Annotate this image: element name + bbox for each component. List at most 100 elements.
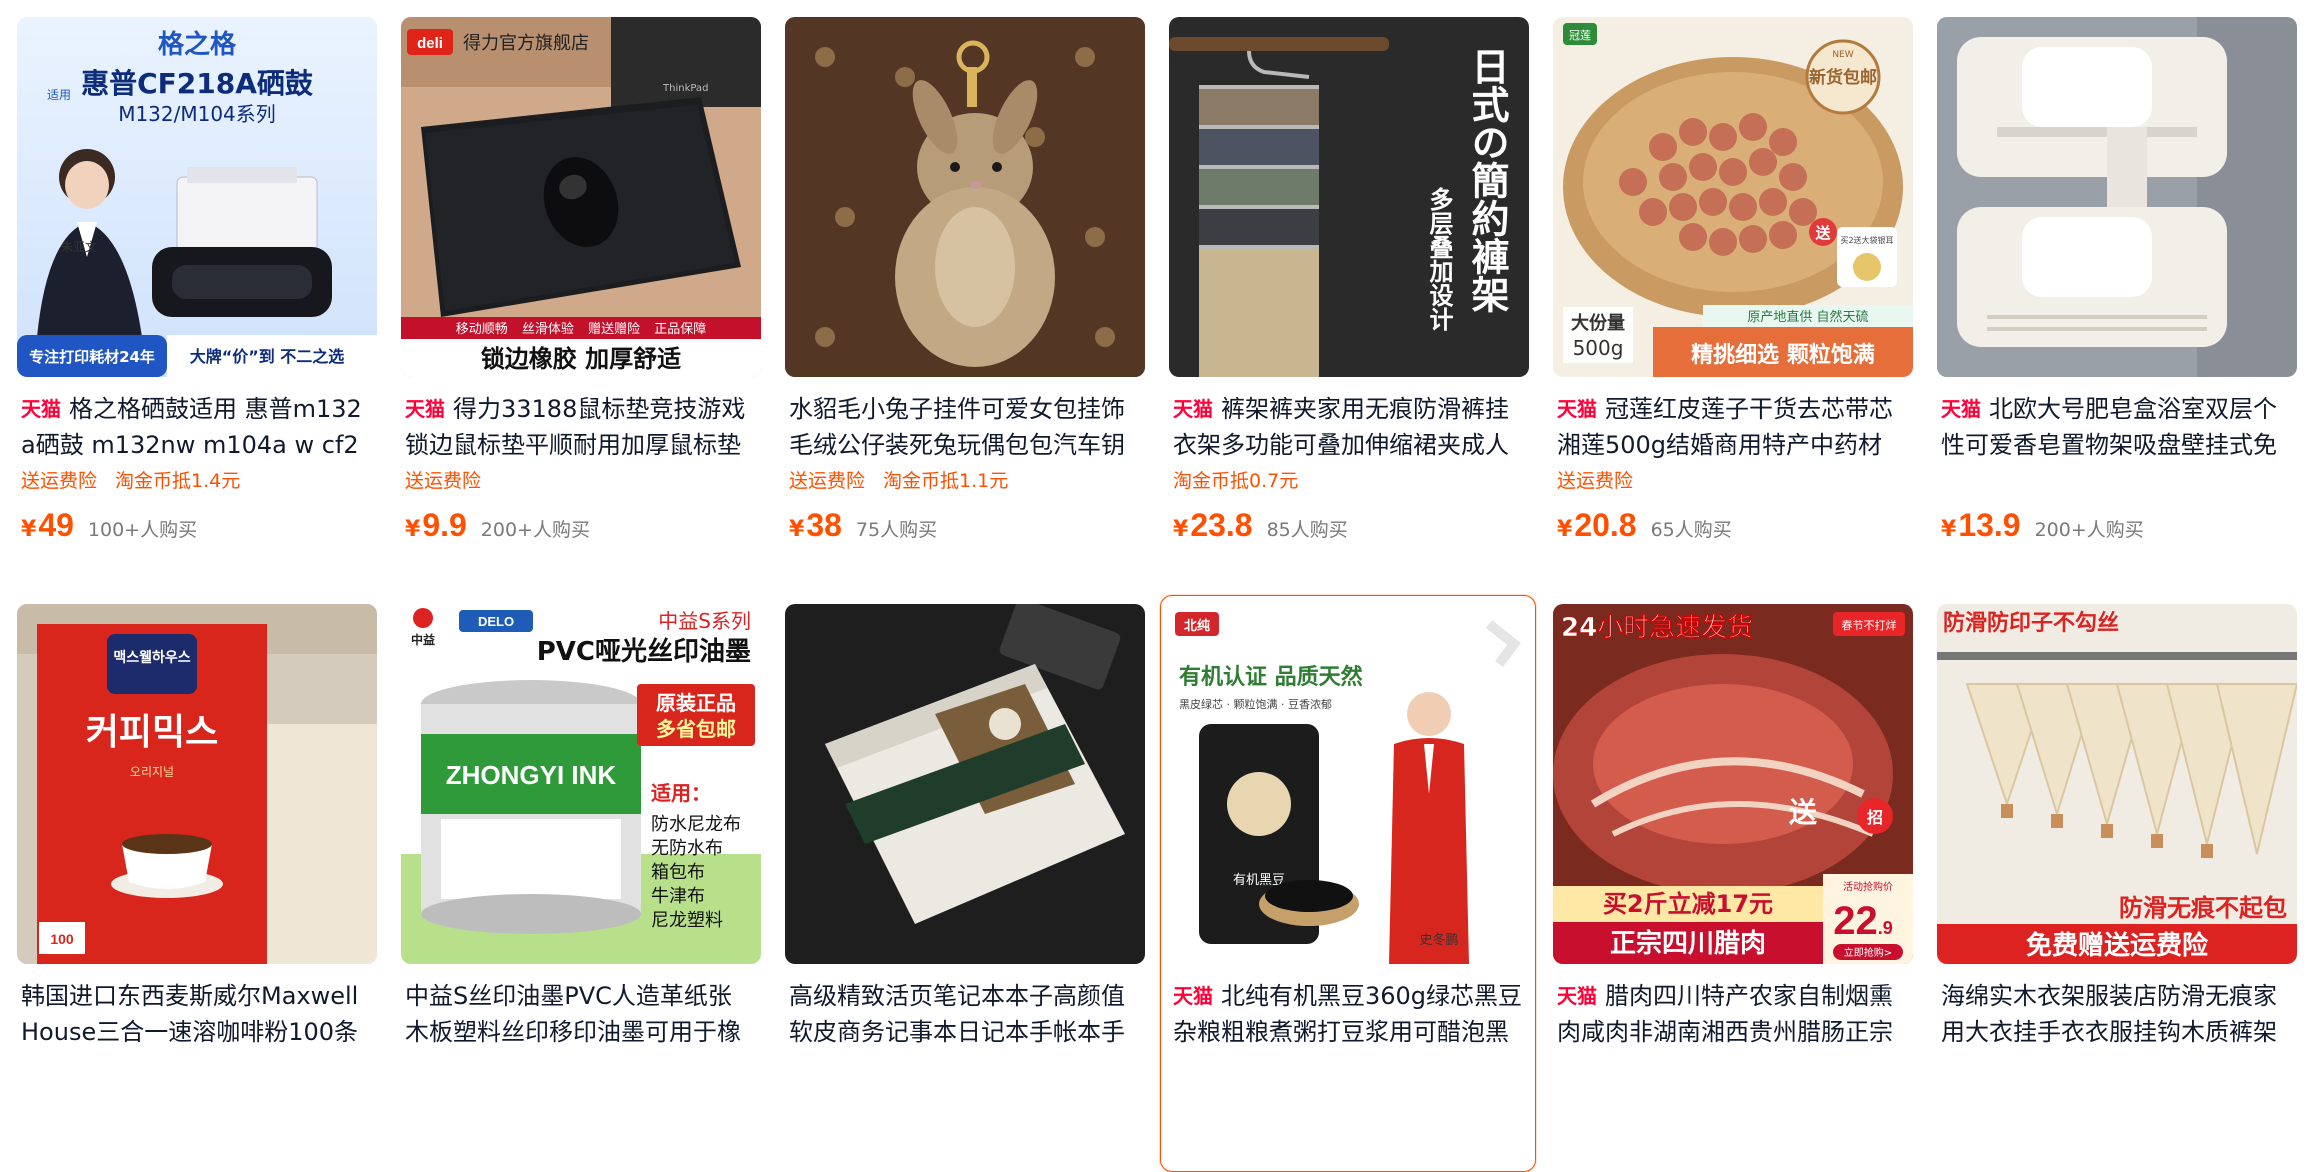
tmall-badge: 天猫 [405, 397, 445, 421]
gift-icon: 送 [1814, 224, 1831, 242]
tmall-badge: 天猫 [1941, 397, 1981, 421]
sales-count: 200+人购买 [480, 519, 590, 541]
price-row: ¥49 100+人购买 [17, 507, 375, 544]
promo-tag: 淘金币抵0.7元 [1173, 470, 1299, 492]
product-card[interactable]: 水貂毛小兔子挂件可爱女包挂饰毛绒公仔装死兔玩偶包包汽车钥匙扣 送运费险淘金币抵1… [776, 8, 1152, 585]
promo-tags: 送运费险 淘金币抵1.4元 [17, 463, 375, 499]
product-image[interactable]: 맥스웰하우스 커피믹스 오리지널 100 [17, 604, 377, 964]
promo-tags: 送运费险 [1553, 463, 1911, 499]
product-title-text: 韩国进口东西麦斯威尔Maxwell House三合一速溶咖啡粉100条 [21, 982, 359, 1046]
badge-right: 大牌“价”到 不二之选 [190, 347, 345, 366]
price: 49 [38, 507, 74, 543]
product-image[interactable] [785, 17, 1145, 377]
price: 13.9 [1958, 507, 2021, 543]
promo-tags: 送运费险 淘金币抵1.1元 [785, 463, 1143, 499]
promo-tags: 淘金币抵0.7元 [1169, 463, 1527, 499]
sales-count: 65人购买 [1650, 519, 1732, 541]
badge-line: 原装正品 [656, 691, 736, 715]
currency-symbol: ¥ [1173, 517, 1189, 542]
product-title[interactable]: 天猫格之格硒鼓适用 惠普m132a硒鼓 m132nw m104a w cf218… [17, 391, 375, 463]
use-item: 防水尼龙布 [651, 814, 741, 835]
product-title[interactable]: 天猫 冠莲红皮莲子干货去芯带芯湘莲500g结婚商用特产中药材 [1553, 391, 1911, 463]
product-card[interactable]: 中益 DELO 中益S系列 PVC哑光丝印油墨 ZHONGYI INK 原装正品… [392, 595, 768, 1172]
weight-value: 500g [1573, 336, 1624, 360]
product-image[interactable]: ThinkPad deli 得力官方旗舰店 移动顺畅 丝滑体验 赠送赠险 正品保… [401, 17, 761, 377]
product-title[interactable]: 天猫北欧大号肥皂盒浴室双层个性可爱香皂置物架吸盘壁挂式免打孔 [1937, 391, 2295, 463]
product-image[interactable] [785, 604, 1145, 964]
product-title[interactable]: 韩国进口东西麦斯威尔Maxwell House三合一速溶咖啡粉100条 [17, 978, 375, 1050]
gift-text: 送 [1789, 796, 1817, 829]
festival-badge: 春节不打烊 [1842, 618, 1897, 632]
product-image-fur-bunny [785, 17, 1145, 377]
use-item: 牛津布 [651, 886, 705, 907]
product-title-text: 格之格硒鼓适用 惠普m132a硒鼓 m132nw m104a w cf218a … [21, 395, 362, 459]
product-image[interactable]: 防滑防印子不勾丝 防滑无痕不起包 免费赠送运费险 [1937, 604, 2297, 964]
zhao-badge: 招 [1867, 808, 1883, 827]
product-card[interactable]: 格之格 适用 惠普CF218A硒鼓 M132/M104系列 朱亚文 专注打印耗材… [8, 8, 384, 585]
price: 38 [806, 507, 842, 543]
product-image[interactable]: 日式の簡約褲架 多层叠加设计 [1169, 17, 1529, 377]
product-title-text: 高级精致活页笔记本本子高颜值软皮商务记事本日记本手帐本手账 [789, 982, 1125, 1046]
use-item: 无防水布 [651, 838, 723, 859]
product-grid: 格之格 适用 惠普CF218A硒鼓 M132/M104系列 朱亚文 专注打印耗材… [8, 8, 2304, 1172]
product-title[interactable]: 中益S丝印油墨PVC人造革纸张木板塑料丝印移印油墨可用于橡胶 [401, 978, 759, 1050]
product-image-cured-meat: 24小时急速发货 春节不打烊 送 招 买2斤立减17元 正宗四川腊肉 活动抢购价… [1553, 604, 1913, 964]
top-banner: 24小时急速发货 [1561, 612, 1753, 643]
brand-logo: 冠莲 [1569, 29, 1591, 42]
product-title[interactable]: 海绵实木衣架服装店防滑无痕家用大衣挂手衣衣服挂钩木质裤架 [1937, 978, 2295, 1050]
price-row: ¥9.9 200+人购买 [401, 507, 759, 544]
promo-text: 买2斤立减17元 [1603, 890, 1773, 918]
brand-text: 格之格 [158, 29, 237, 60]
sales-count: 100+人购买 [87, 519, 198, 541]
top-left-line: 防滑防印子不勾丝 [1943, 610, 2119, 636]
headline: PVC哑光丝印油墨 [537, 637, 751, 667]
product-title[interactable]: 水貂毛小兔子挂件可爱女包挂饰毛绒公仔装死兔玩偶包包汽车钥匙扣 [785, 391, 1143, 463]
product-title-text: 腊肉四川特产农家自制烟熏肉咸肉非湖南湘西贵州腊肠正宗 [1557, 982, 1893, 1046]
use-title: 适用： [651, 781, 711, 805]
price-row: ¥23.8 85人购买 [1169, 507, 1527, 544]
product-card[interactable]: 맥스웰하우스 커피믹스 오리지널 100 韩国进口东西麦斯威尔Maxwell H… [8, 595, 384, 1172]
vertical-subtitle: 多层叠加设计 [1425, 187, 1453, 331]
product-title[interactable]: 天猫 腊肉四川特产农家自制烟熏肉咸肉非湖南湘西贵州腊肠正宗 [1553, 978, 1911, 1050]
product-title[interactable]: 高级精致活页笔记本本子高颜值软皮商务记事本日记本手帐本手账 [785, 978, 1143, 1050]
slogan: 锁边橡胶 加厚舒适 [481, 345, 681, 373]
new-badge: 新货包邮 [1809, 67, 1877, 88]
product-image-black-beans: 北纯 有机认证 品质天然 黑皮绿芯 · 颗粒饱满 · 豆香浓郁 有机黑豆 史冬鹏 [1169, 604, 1529, 964]
product-card[interactable]: 北纯 有机认证 品质天然 黑皮绿芯 · 颗粒饱满 · 豆香浓郁 有机黑豆 史冬鹏… [1160, 595, 1536, 1172]
product-image[interactable]: 北纯 有机认证 品质天然 黑皮绿芯 · 颗粒饱满 · 豆香浓郁 有机黑豆 史冬鹏 [1169, 604, 1529, 964]
product-card[interactable]: 天猫北欧大号肥皂盒浴室双层个性可爱香皂置物架吸盘壁挂式免打孔 ¥13.9 200+… [1928, 8, 2304, 585]
promo-tags: 送运费险 [401, 463, 759, 499]
use-item: 尼龙塑料 [651, 910, 723, 931]
product-card[interactable]: 防滑防印子不勾丝 防滑无痕不起包 免费赠送运费险 海绵实木衣架服装店防滑无痕家用… [1928, 595, 2304, 1172]
product-image-ink-can: 中益 DELO 中益S系列 PVC哑光丝印油墨 ZHONGYI INK 原装正品… [401, 604, 761, 964]
product-image-soap-dish [1937, 17, 2297, 377]
product-card[interactable]: 冠莲 NEW 新货包邮 送 买2送大袋银耳 大份量 500g 原产地直供 自然天… [1544, 8, 1920, 585]
product-title[interactable]: 天猫 裤架裤夹家用无痕防滑裤挂衣架多功能可叠加伸缩裙夹成人 [1169, 391, 1527, 463]
product-card[interactable]: 日式の簡約褲架 多层叠加设计 天猫 裤架裤夹家用无痕防滑裤挂衣架多功能可叠加伸缩裙… [1160, 8, 1536, 585]
product-image-printer-toner: 格之格 适用 惠普CF218A硒鼓 M132/M104系列 朱亚文 专注打印耗材… [17, 17, 377, 377]
product-image-wooden-hangers: 防滑防印子不勾丝 防滑无痕不起包 免费赠送运费险 [1937, 604, 2297, 964]
product-image[interactable]: 冠莲 NEW 新货包邮 送 买2送大袋银耳 大份量 500g 原产地直供 自然天… [1553, 17, 1913, 377]
product-image[interactable]: 24小时急速发货 春节不打烊 送 招 买2斤立减17元 正宗四川腊肉 活动抢购价… [1553, 604, 1913, 964]
product-image[interactable]: 格之格 适用 惠普CF218A硒鼓 M132/M104系列 朱亚文 专注打印耗材… [17, 17, 377, 377]
laptop-brand: ThinkPad [662, 83, 708, 94]
badge-left: 专注打印耗材24年 [29, 348, 155, 366]
vertical-title: 日式の簡約褲架 [1465, 47, 1509, 313]
sub-kr: 오리지널 [130, 765, 174, 779]
product-image-notebook [785, 604, 1145, 964]
promo-tag: 送运费险 [1557, 470, 1634, 492]
product-image[interactable] [1937, 17, 2297, 377]
feature-item: 正品保障 [654, 322, 706, 337]
product-image[interactable]: 中益 DELO 中益S系列 PVC哑光丝印油墨 ZHONGYI INK 原装正品… [401, 604, 761, 964]
product-title[interactable]: 天猫 得力33188鼠标垫竞技游戏锁边鼠标垫平顺耐用加厚鼠标垫 [401, 391, 759, 463]
product-image-lotus-seeds: 冠莲 NEW 新货包邮 送 买2送大袋银耳 大份量 500g 原产地直供 自然天… [1553, 17, 1913, 377]
product-card[interactable]: 24小时急速发货 春节不打烊 送 招 买2斤立减17元 正宗四川腊肉 活动抢购价… [1544, 595, 1920, 1172]
product-card[interactable]: ThinkPad deli 得力官方旗舰店 移动顺畅 丝滑体验 赠送赠险 正品保… [392, 8, 768, 585]
product-card[interactable]: 高级精致活页笔记本本子高颜值软皮商务记事本日记本手帐本手账 [776, 595, 1152, 1172]
promo-tag: 淘金币抵1.4元 [115, 470, 241, 492]
price: 9.9 [422, 507, 467, 543]
product-title[interactable]: 天猫北纯有机黑豆360g绿芯黑豆杂粮粗粮煮粥打豆浆用可醋泡黑豆 [1169, 978, 1527, 1050]
tmall-badge: 天猫 [1173, 397, 1213, 421]
count-label: 100 [50, 931, 74, 947]
deli-logo: deli [417, 35, 443, 52]
